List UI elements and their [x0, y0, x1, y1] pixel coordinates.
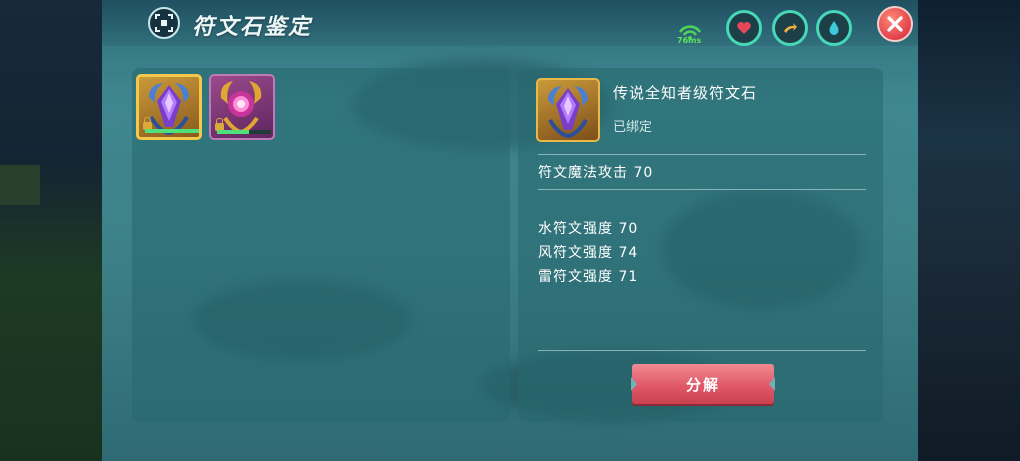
- inventory-slot-1[interactable]: [136, 74, 202, 140]
- decompose-button-label: 分解: [685, 375, 720, 394]
- background-world-left: [0, 0, 102, 461]
- sub-stat-water: 水符文强度 70: [538, 221, 639, 237]
- sub-stat-wind: 风符文强度 74: [538, 245, 639, 261]
- health-gauge[interactable]: [726, 10, 762, 46]
- progress-bar: [145, 129, 199, 133]
- inventory-slot-2[interactable]: [209, 74, 275, 140]
- page-title: 符文石鉴定: [192, 15, 313, 40]
- decompose-button[interactable]: 分解: [631, 364, 775, 404]
- selected-rune-icon: [536, 78, 600, 142]
- divider: [538, 189, 866, 190]
- item-name: 传说全知者级符文石: [613, 84, 758, 102]
- divider: [538, 350, 866, 351]
- close-button[interactable]: [877, 6, 913, 42]
- rune-inventory-grid: [132, 68, 510, 422]
- rune-detail-panel: 传说全知者级符文石 已绑定 符文魔法攻击 70 水符文强度 70 风符文强度 7…: [518, 68, 883, 422]
- heart-icon: [737, 22, 751, 34]
- stamina-gauge[interactable]: [772, 10, 808, 46]
- rune-stone-purple-icon: [548, 86, 588, 139]
- water-drop-icon: [829, 21, 839, 35]
- network-latency: 76ms: [677, 36, 702, 45]
- close-icon: [887, 16, 903, 32]
- progress-bar: [217, 130, 271, 134]
- background-world-right: [918, 0, 1020, 461]
- bind-status: 已绑定: [613, 120, 653, 135]
- header-bar: 符文石鉴定 76ms: [102, 0, 918, 46]
- appraise-icon: [148, 7, 180, 39]
- divider: [538, 154, 866, 155]
- main-stat: 符文魔法攻击 70: [538, 165, 654, 181]
- rune-appraisal-panel: 符文石鉴定 76ms 传说全知者级符文石 已绑定 符文魔法攻击 70 水符文强度…: [102, 0, 918, 461]
- sub-stat-thunder: 雷符文强度 71: [538, 269, 639, 285]
- water-gauge[interactable]: [816, 10, 852, 46]
- stamina-icon: [784, 23, 797, 33]
